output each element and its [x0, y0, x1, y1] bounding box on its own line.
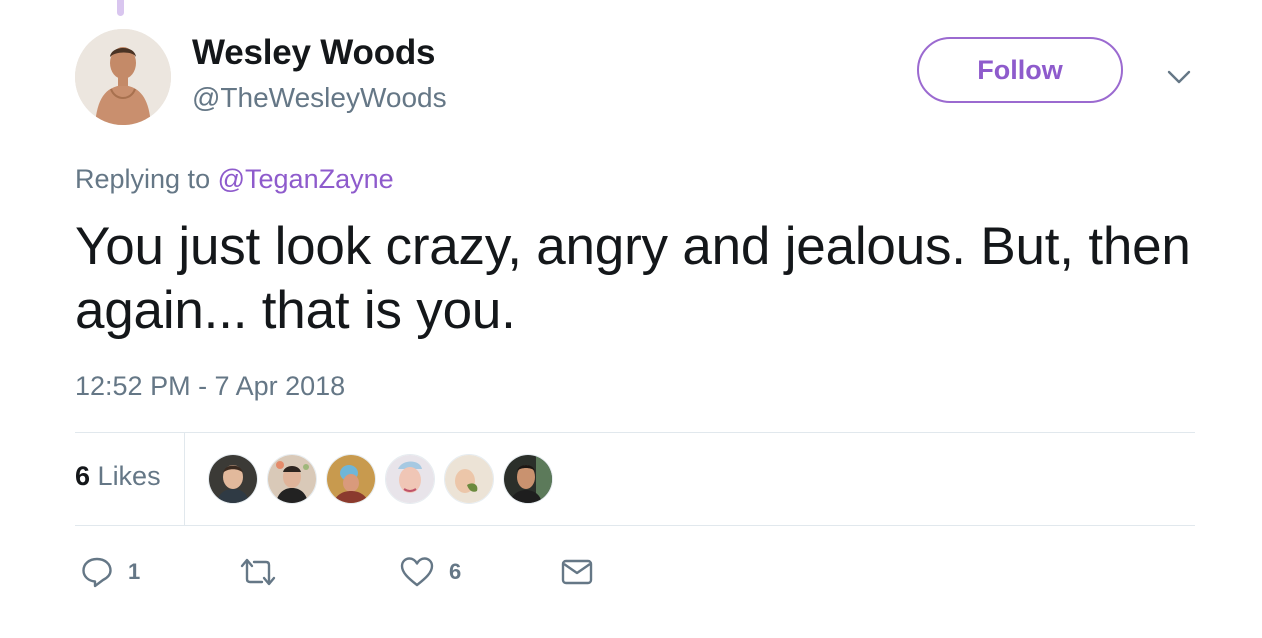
- like-button[interactable]: 6: [399, 554, 461, 590]
- stats-divider: [184, 433, 185, 525]
- likes-stat[interactable]: 6 Likes: [75, 461, 161, 492]
- liker-avatar-4[interactable]: [385, 454, 435, 504]
- direct-message-button[interactable]: [560, 554, 594, 590]
- liker-avatar-3[interactable]: [326, 454, 376, 504]
- divider: [75, 432, 1195, 433]
- likes-count: 6: [75, 461, 91, 491]
- divider: [75, 525, 1195, 526]
- follow-button[interactable]: Follow: [917, 37, 1123, 103]
- likes-label: Likes: [97, 461, 161, 491]
- reply-button[interactable]: 1: [80, 554, 140, 590]
- reply-mention-link[interactable]: @TeganZayne: [218, 164, 394, 194]
- reply-context-prefix: Replying to: [75, 164, 211, 194]
- reply-context: Replying to @TeganZayne: [75, 164, 394, 195]
- author-avatar-image: [75, 29, 171, 125]
- liker-avatar-6[interactable]: [503, 454, 553, 504]
- envelope-icon: [561, 559, 593, 585]
- like-count: 6: [449, 559, 462, 584]
- retweet-icon: [240, 558, 276, 586]
- author-handle[interactable]: @TheWesleyWoods: [192, 82, 447, 114]
- author-avatar[interactable]: [75, 29, 171, 125]
- liker-avatar-2[interactable]: [267, 454, 317, 504]
- author-name[interactable]: Wesley Woods: [192, 33, 436, 73]
- heart-icon: [400, 557, 434, 587]
- reply-count: 1: [128, 559, 141, 584]
- chevron-down-icon[interactable]: [1165, 62, 1193, 90]
- liker-avatar-5[interactable]: [444, 454, 494, 504]
- reply-icon: [82, 557, 112, 588]
- retweet-button[interactable]: [238, 554, 292, 590]
- thread-connector-line: [117, 0, 124, 16]
- liker-avatar-1[interactable]: [208, 454, 258, 504]
- tweet-timestamp[interactable]: 12:52 PM - 7 Apr 2018: [75, 371, 345, 402]
- tweet-text: You just look crazy, angry and jealous. …: [75, 217, 1191, 340]
